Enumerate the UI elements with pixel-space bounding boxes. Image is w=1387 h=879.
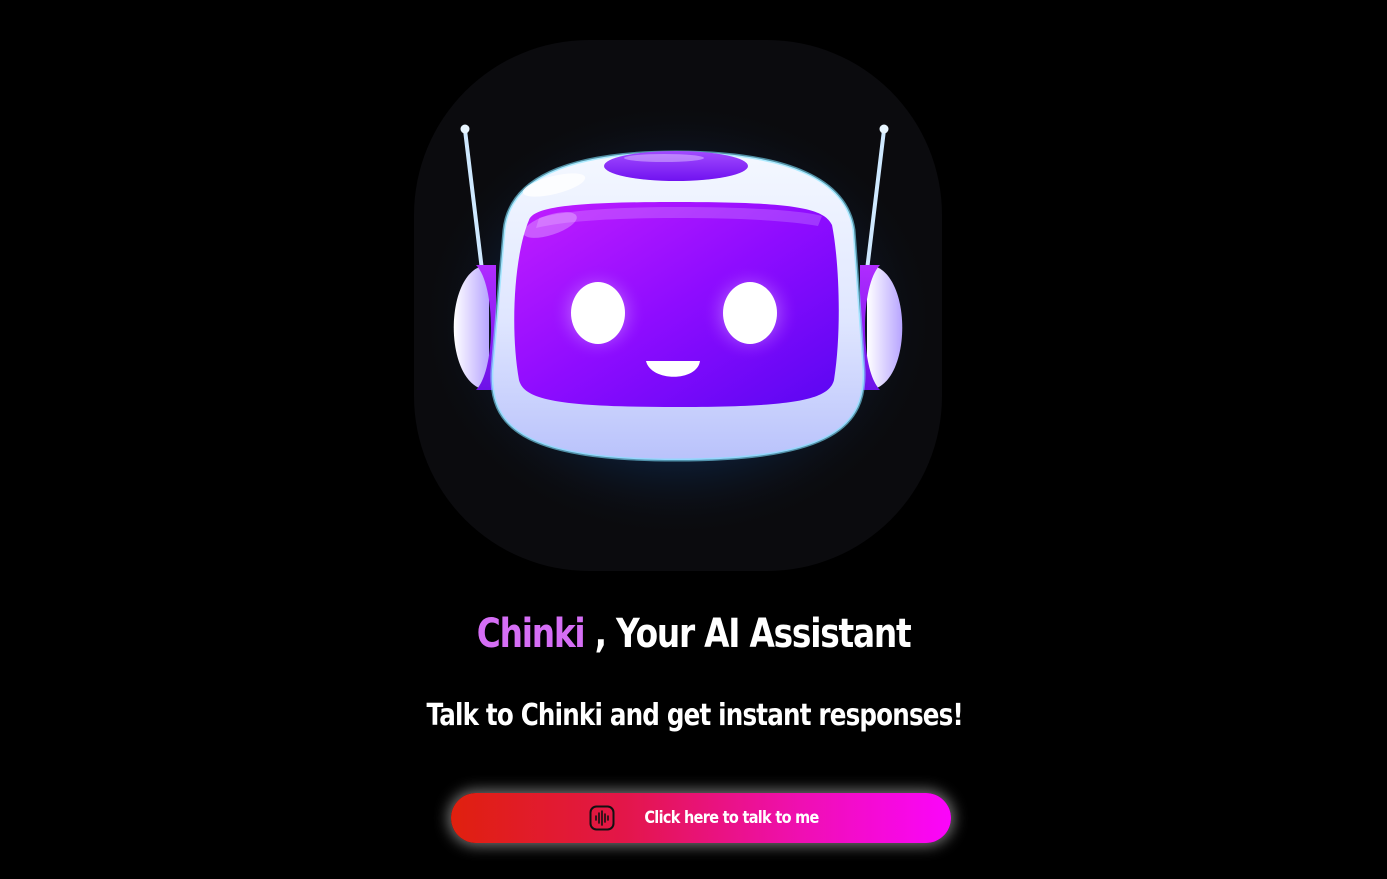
brand-name: Chinki <box>476 611 586 657</box>
robot-avatar-card <box>414 40 942 571</box>
talk-button-content: Click here to talk to me <box>589 805 834 831</box>
landing-page: Chinki , Your AI Assistant Talk to Chink… <box>0 0 1387 879</box>
page-title: Chinki , Your AI Assistant <box>125 606 1262 662</box>
voice-waveform-icon <box>589 805 615 831</box>
robot-illustration <box>418 100 938 540</box>
page-subtitle: Talk to Chinki and get instant responses… <box>426 698 963 733</box>
right-eye <box>723 282 777 344</box>
talk-button-label: Click here to talk to me <box>644 808 820 828</box>
talk-to-me-button[interactable]: Click here to talk to me <box>451 793 951 843</box>
title-tagline: , Your AI Assistant <box>584 611 912 657</box>
left-eye <box>571 282 625 344</box>
